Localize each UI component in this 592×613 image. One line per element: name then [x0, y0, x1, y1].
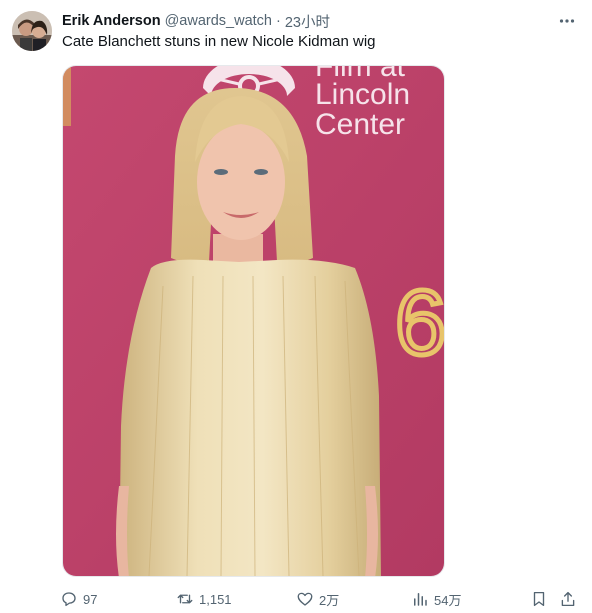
views-button[interactable]: 54万	[411, 588, 461, 610]
tweet-photo[interactable]: Film at Lincoln Center 6	[62, 65, 445, 577]
more-options-button[interactable]	[556, 12, 578, 30]
avatar-image	[12, 11, 52, 51]
author-handle[interactable]: @awards_watch	[165, 13, 272, 29]
author-display-name[interactable]: Erik Anderson	[62, 13, 161, 29]
share-button[interactable]	[559, 588, 577, 610]
backdrop-text-2: Lincoln	[315, 78, 410, 111]
repost-button[interactable]: 1,151	[176, 588, 232, 610]
separator-dot: ·	[275, 13, 281, 29]
share-icon	[561, 591, 575, 607]
reply-count: 97	[83, 591, 98, 607]
action-bar: 97 1,151 2万 54万	[56, 588, 584, 610]
bar-chart-icon	[414, 593, 427, 606]
heart-icon	[297, 592, 313, 606]
like-count: 2万	[319, 592, 340, 608]
bookmark-icon	[533, 591, 545, 607]
reply-icon	[62, 592, 76, 607]
repost-count: 1,151	[199, 591, 232, 607]
view-count: 54万	[434, 592, 462, 608]
backdrop-digit: 6	[395, 272, 445, 374]
bookmark-button[interactable]	[530, 588, 548, 610]
repost-icon	[177, 594, 193, 604]
tweet-header: Erik Anderson @awards_watch · 23小时	[62, 11, 552, 31]
reply-button[interactable]: 97	[60, 588, 97, 610]
tweet-text: Cate Blanchett stuns in new Nicole Kidma…	[62, 33, 376, 50]
photo-image: Film at Lincoln Center 6	[63, 66, 445, 576]
avatar[interactable]	[12, 11, 52, 51]
more-horizontal-icon	[559, 19, 575, 23]
like-button[interactable]: 2万	[296, 588, 339, 610]
tweet-timestamp[interactable]: 23小时	[285, 11, 330, 32]
backdrop-text-3: Center	[315, 108, 405, 141]
